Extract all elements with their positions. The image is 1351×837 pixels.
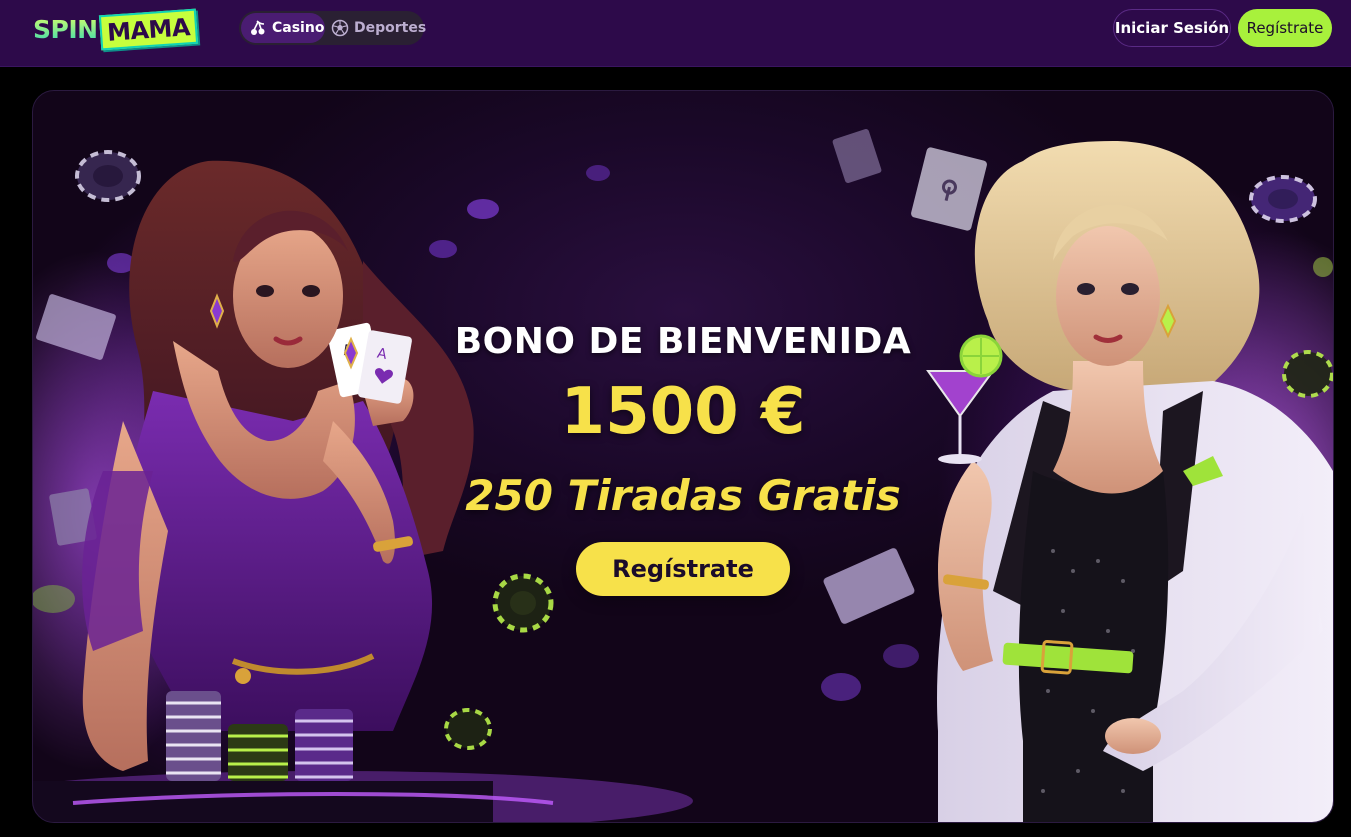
- top-navigation-bar: SPIN MAMA Casino Deportes Iniciar Sesión…: [0, 0, 1351, 67]
- welcome-bonus-banner[interactable]: A A: [32, 90, 1334, 823]
- logo-badge: MAMA: [98, 8, 198, 50]
- logo-text-mama: MAMA: [105, 12, 191, 47]
- logo-text-spin: SPIN: [33, 14, 98, 44]
- spinmama-logo[interactable]: SPIN MAMA: [33, 6, 198, 52]
- tab-deportes[interactable]: Deportes: [325, 13, 426, 43]
- bonus-amount: 1500 €: [560, 375, 806, 449]
- register-button[interactable]: Regístrate: [1238, 9, 1332, 47]
- banner-text-block: BONO DE BIENVENIDA 1500 € 250 Tiradas Gr…: [33, 91, 1333, 822]
- banner-register-button[interactable]: Regístrate: [576, 542, 790, 596]
- welcome-bonus-title: BONO DE BIENVENIDA: [454, 321, 912, 362]
- free-spins-text: 250 Tiradas Gratis: [465, 471, 901, 520]
- section-toggle: Casino Deportes: [239, 11, 426, 45]
- tab-casino-label: Casino: [272, 20, 325, 36]
- soccer-ball-icon: [331, 19, 349, 37]
- cherries-icon: [249, 19, 267, 37]
- login-button[interactable]: Iniciar Sesión: [1113, 9, 1231, 47]
- tab-deportes-label: Deportes: [354, 20, 427, 36]
- tab-casino[interactable]: Casino: [241, 13, 325, 43]
